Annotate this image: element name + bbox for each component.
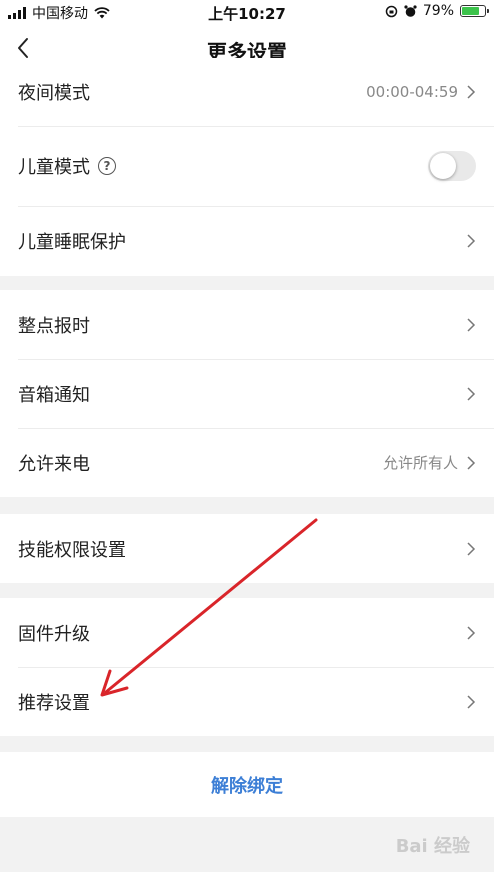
watermark: Bai 经验 — [395, 836, 470, 857]
annotation-arrow-icon — [100, 518, 318, 697]
